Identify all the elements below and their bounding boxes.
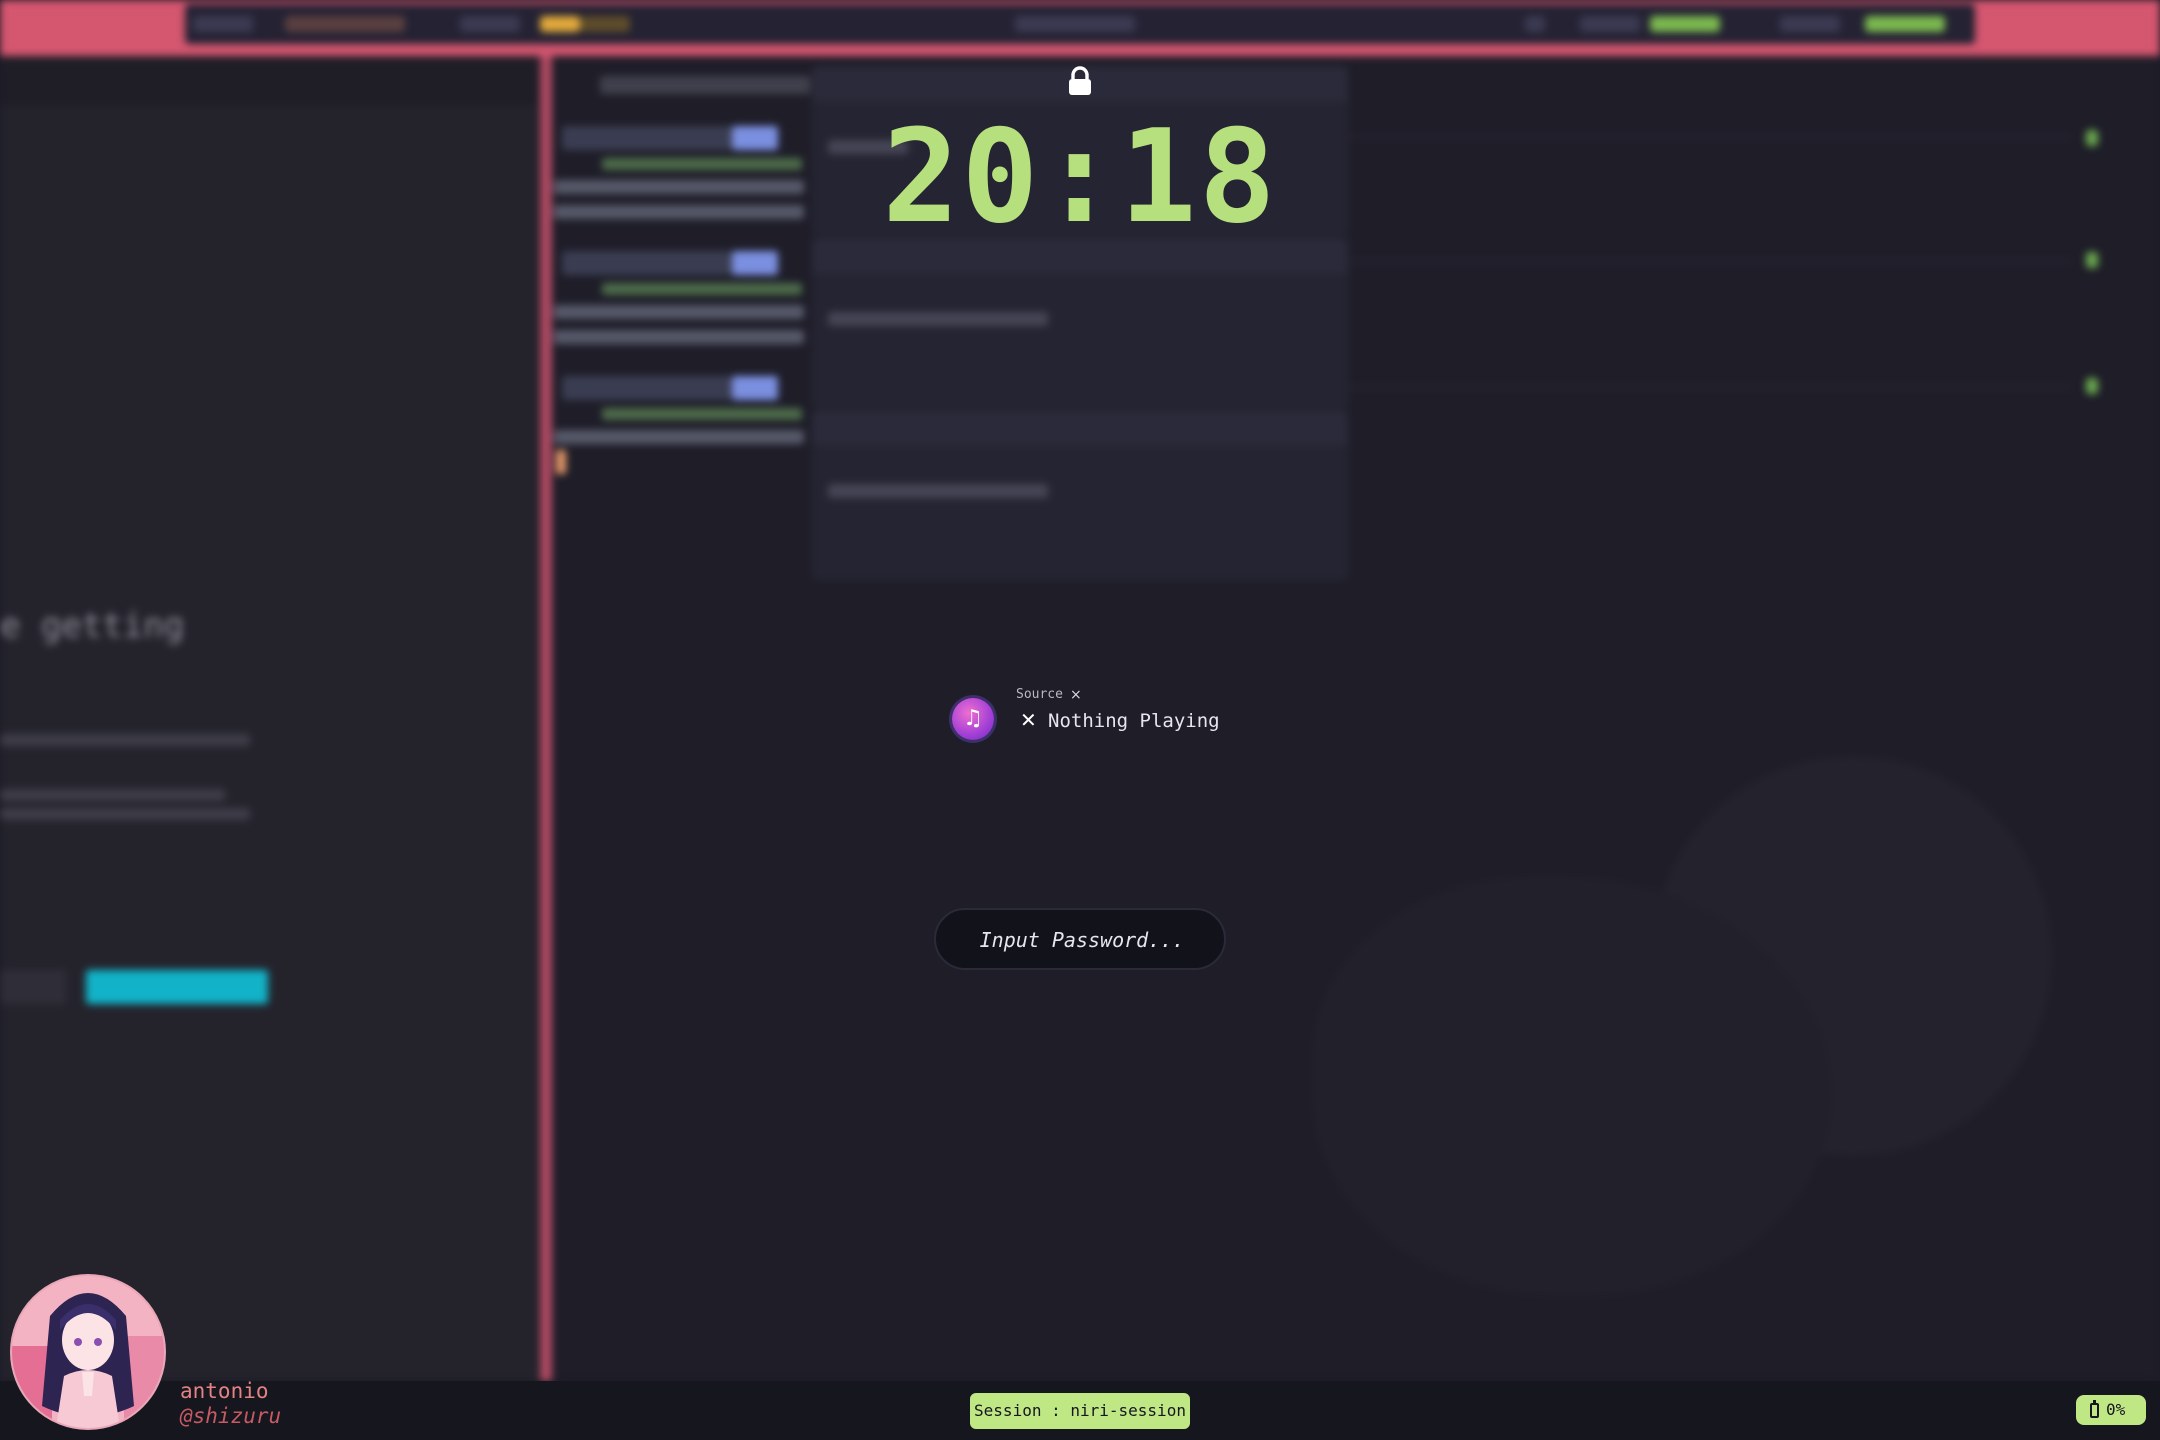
background-notification	[812, 238, 1348, 408]
desktop-status-bar	[185, 4, 1975, 44]
music-note-glyph: ♫	[963, 706, 983, 731]
background-window-titlebar	[0, 56, 538, 106]
lock-screen: e getting 20:18 ♫ Source ✕ Nothing Playi…	[0, 0, 2160, 1440]
media-player-widget: ♫ Source ✕ Nothing Playing	[950, 686, 1250, 756]
lock-clock: 20:18	[882, 103, 1278, 252]
battery-indicator: 0%	[2076, 1395, 2146, 1425]
battery-icon	[2090, 1400, 2099, 1418]
password-input[interactable]	[936, 910, 1228, 970]
lock-icon	[1066, 66, 1094, 96]
source-close-button[interactable]: ×	[1070, 687, 1082, 703]
background-terminal	[552, 56, 2160, 1381]
media-source-label: Source	[1016, 687, 1063, 702]
window-border	[540, 56, 552, 1381]
session-selector[interactable]: Session : niri-session	[970, 1393, 1190, 1429]
close-icon: ✕	[1020, 708, 1037, 732]
username: antonio	[180, 1379, 269, 1403]
music-note-icon[interactable]: ♫	[952, 698, 994, 740]
avatar	[10, 1274, 166, 1430]
password-field[interactable]	[934, 908, 1228, 970]
media-title: Nothing Playing	[1048, 710, 1220, 732]
background-notification	[812, 410, 1348, 580]
battery-percentage: 0%	[2106, 1400, 2126, 1419]
user-handle: @shizuru	[180, 1404, 282, 1428]
background-window-left: e getting	[0, 56, 538, 1381]
